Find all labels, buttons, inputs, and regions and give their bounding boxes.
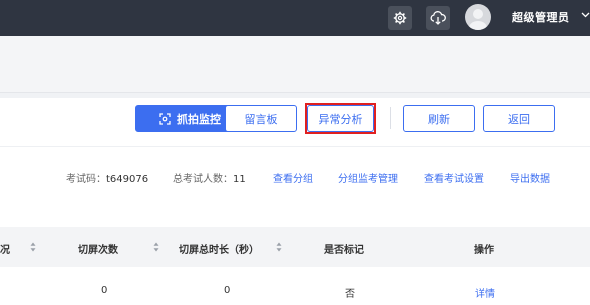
top-bar: 超级管理员: [0, 0, 590, 36]
cell-marked: 否: [345, 289, 355, 300]
cell-switch-duration: 0: [224, 285, 231, 296]
highlight-box: [305, 103, 376, 134]
cloud-download-icon: [430, 11, 446, 25]
settings-button[interactable]: [388, 6, 412, 30]
exam-code-label: 考试码：: [66, 174, 106, 185]
group-monitor-manage-link[interactable]: 分组监考管理: [338, 170, 398, 185]
exam-total-value: 11: [233, 174, 246, 185]
exam-code-value: t649076: [106, 174, 149, 185]
capture-monitor-label: 抓拍监控: [177, 112, 221, 126]
details-link[interactable]: 详情: [475, 285, 495, 300]
column-header-actions: 操作: [474, 245, 494, 256]
sub-header: [0, 36, 590, 93]
refresh-label: 刷新: [428, 112, 450, 126]
exam-total-label: 总考试人数：: [173, 174, 233, 185]
message-board-button[interactable]: 留言板: [225, 105, 297, 132]
view-exam-settings-link[interactable]: 查看考试设置: [424, 170, 484, 185]
message-board-label: 留言板: [244, 112, 278, 126]
scan-frame-icon: [159, 112, 171, 125]
chevron-down-icon[interactable]: [581, 10, 590, 19]
column-header-switch-count: 切屏次数: [78, 245, 118, 256]
toolbar-divider-line: [0, 146, 590, 147]
sort-icon[interactable]: [276, 242, 282, 252]
view-groups-link[interactable]: 查看分组: [273, 170, 313, 185]
export-data-link[interactable]: 导出数据: [510, 170, 550, 185]
cell-switch-count: 0: [101, 285, 108, 296]
sort-icon[interactable]: [153, 242, 159, 252]
download-button[interactable]: [426, 6, 450, 30]
exam-code: 考试码：t649076: [66, 170, 148, 185]
gear-icon: [393, 11, 407, 25]
username[interactable]: 超级管理员: [512, 9, 570, 25]
avatar[interactable]: [465, 4, 491, 30]
back-label: 返回: [508, 112, 530, 126]
exam-total: 总考试人数：11: [173, 170, 246, 185]
column-header-marked: 是否标记: [324, 245, 364, 256]
refresh-button[interactable]: 刷新: [403, 105, 475, 132]
user-avatar-icon: [469, 9, 487, 30]
back-button[interactable]: 返回: [483, 105, 555, 132]
column-header-status: 况: [0, 245, 10, 256]
toolbar-divider: [390, 107, 391, 129]
sort-icon[interactable]: [30, 242, 36, 252]
column-header-switch-duration: 切屏总时长（秒）: [179, 245, 259, 256]
